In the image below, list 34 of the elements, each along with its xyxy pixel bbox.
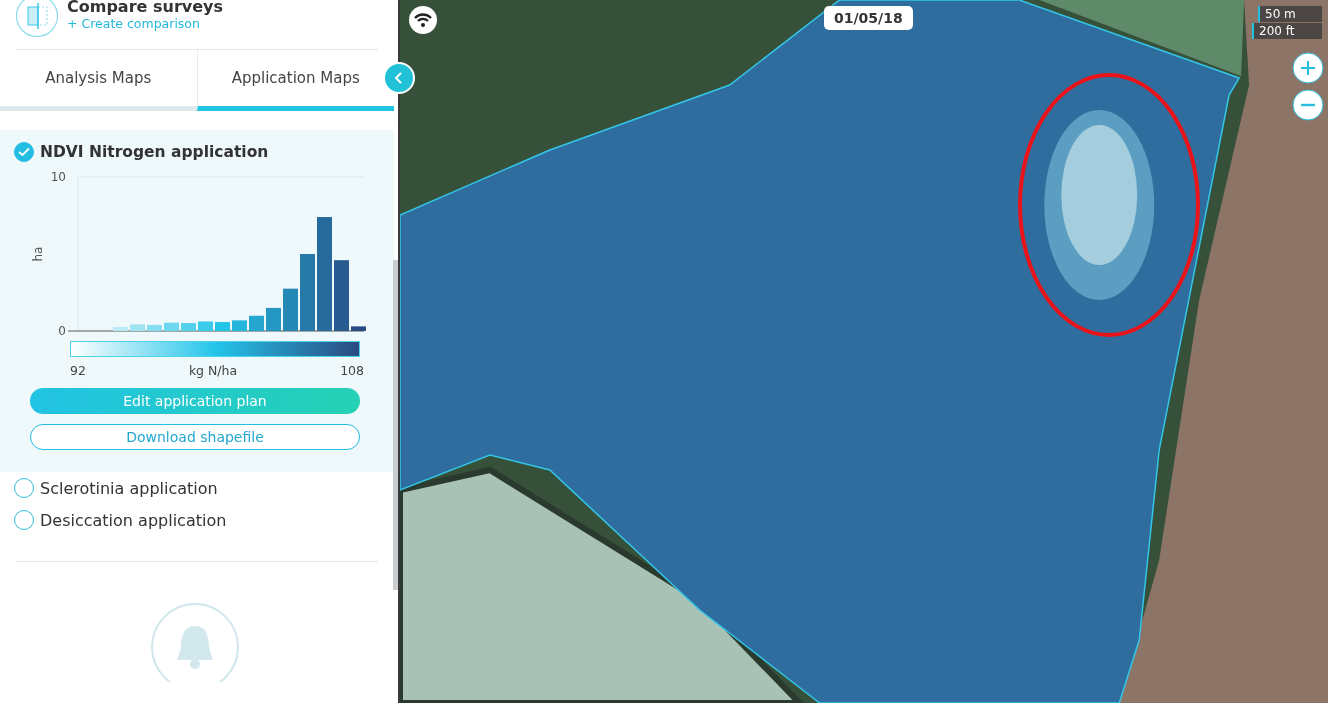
- scale-max-label: 108: [340, 363, 364, 378]
- histogram-bar: [232, 320, 247, 331]
- checkmark-icon: [18, 147, 30, 157]
- scale-min-label: 92: [70, 363, 86, 378]
- histogram-bar: [130, 324, 145, 331]
- histogram-bar: [147, 324, 162, 331]
- y-tick-label: 10: [50, 170, 66, 184]
- zoom-out-button[interactable]: [1292, 89, 1324, 121]
- map-scale-label: 200 ft: [1252, 23, 1322, 39]
- layer-name[interactable]: Sclerotinia application: [40, 478, 218, 498]
- histogram-bar: [266, 307, 281, 331]
- histogram-bar: [113, 327, 128, 331]
- wifi-icon[interactable]: [409, 6, 437, 34]
- histogram-bar: [181, 323, 196, 331]
- histogram-bar: [215, 322, 230, 331]
- histogram-bar: [334, 260, 349, 331]
- layer-name[interactable]: Desiccation application: [40, 510, 227, 530]
- histogram-bar: [198, 321, 213, 331]
- y-tick-label: 0: [58, 324, 66, 338]
- layer-checkbox[interactable]: [14, 142, 34, 162]
- map-type-tab[interactable]: Analysis Maps: [0, 50, 197, 111]
- histogram-bar: [351, 326, 366, 331]
- map-scale-label: 50 m: [1258, 6, 1322, 22]
- histogram-bar: [249, 315, 264, 331]
- histogram-bar: [164, 322, 179, 331]
- scale-unit-label: kg N/ha: [188, 363, 238, 378]
- y-axis-label: ha: [31, 246, 45, 262]
- survey-date-label: 01/05/18: [824, 6, 913, 30]
- collapse-panel-button[interactable]: [383, 62, 415, 94]
- histogram-bar: [283, 288, 298, 331]
- layer-name[interactable]: NDVI Nitrogen application: [40, 143, 269, 161]
- zoom-in-button[interactable]: [1292, 52, 1324, 84]
- compare-surveys-title: Compare surveys: [67, 0, 223, 16]
- bell-icon: [150, 602, 240, 682]
